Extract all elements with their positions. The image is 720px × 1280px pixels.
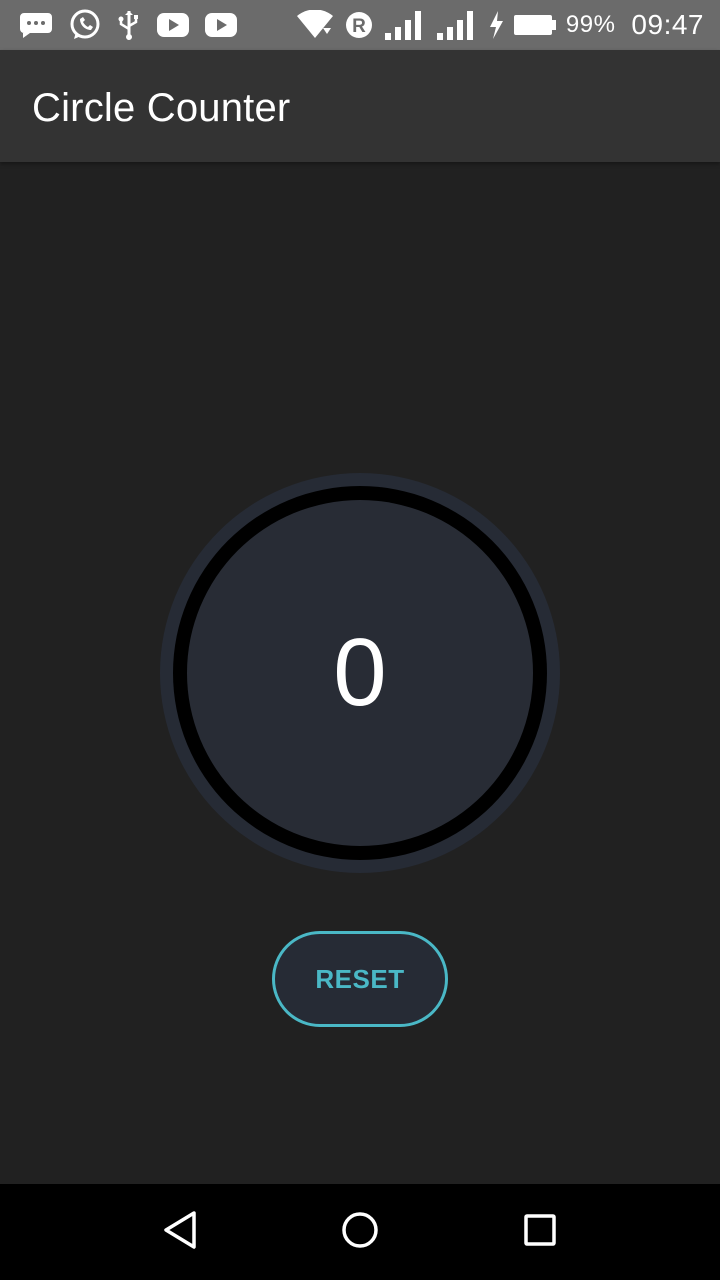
signal-icon (384, 9, 426, 41)
status-bar: R 99% 09:47 (0, 0, 720, 50)
app-bar: Circle Counter (0, 50, 720, 162)
signal-icon (436, 9, 478, 41)
home-icon (341, 1211, 379, 1254)
charging-icon (488, 10, 504, 40)
counter-ring: 0 (173, 486, 547, 860)
status-right-icons: R 99% 09:47 (296, 9, 704, 41)
wifi-icon (296, 10, 334, 40)
battery-percent: 99% (565, 11, 616, 38)
chat-icon (18, 11, 54, 39)
home-button[interactable] (300, 1184, 420, 1280)
recents-button[interactable] (480, 1184, 600, 1280)
battery-icon (513, 14, 556, 36)
screen: R 99% 09:47 Circle Counter 0 RESET (0, 0, 720, 1280)
counter-circle-outer: 0 (160, 473, 560, 873)
counter-button[interactable]: 0 (187, 500, 533, 846)
youtube-icon (156, 12, 190, 38)
app-title: Circle Counter (32, 86, 291, 130)
whatsapp-icon (68, 8, 102, 42)
navigation-bar (0, 1184, 720, 1280)
recents-icon (523, 1213, 557, 1252)
roaming-r-icon: R (344, 10, 374, 40)
status-clock: 09:47 (631, 9, 704, 40)
usb-icon (116, 9, 142, 41)
svg-text:R: R (352, 16, 366, 37)
back-button[interactable] (120, 1184, 240, 1280)
youtube-icon (204, 12, 238, 38)
back-icon (162, 1210, 198, 1255)
reset-button[interactable]: RESET (272, 931, 448, 1027)
status-left-icons (18, 8, 238, 42)
counter-value: 0 (333, 619, 387, 726)
